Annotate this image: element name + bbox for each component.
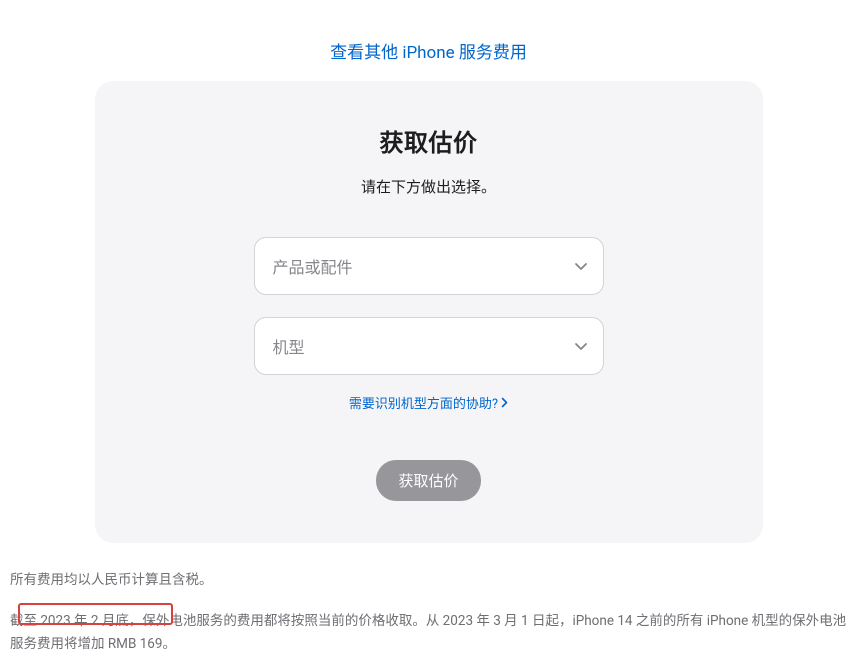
model-select-placeholder: 机型 bbox=[273, 334, 305, 358]
product-select-placeholder: 产品或配件 bbox=[273, 254, 353, 278]
identify-model-help-link[interactable]: 需要识别机型方面的协助? bbox=[349, 393, 508, 412]
card-subtitle: 请在下方做出选择。 bbox=[135, 176, 723, 197]
get-estimate-button[interactable]: 获取估价 bbox=[376, 460, 480, 501]
top-link-container: 查看其他 iPhone 服务费用 bbox=[0, 0, 857, 81]
card-title: 获取估价 bbox=[135, 123, 723, 158]
submit-container: 获取估价 bbox=[135, 460, 723, 501]
product-select-wrapper: 产品或配件 bbox=[254, 237, 604, 295]
other-services-link[interactable]: 查看其他 iPhone 服务费用 bbox=[330, 43, 527, 63]
footnote-price-change: 截至 2023 年 2 月底，保外电池服务的费用都将按照当前的价格收取。从 20… bbox=[10, 610, 847, 656]
help-link-container: 需要识别机型方面的协助? bbox=[135, 393, 723, 412]
product-select[interactable]: 产品或配件 bbox=[254, 237, 604, 295]
estimate-card: 获取估价 请在下方做出选择。 产品或配件 机型 需 bbox=[95, 81, 763, 543]
selects-container: 产品或配件 机型 bbox=[135, 237, 723, 375]
model-select-wrapper: 机型 bbox=[254, 317, 604, 375]
chevron-right-icon bbox=[501, 397, 508, 408]
model-select[interactable]: 机型 bbox=[254, 317, 604, 375]
footnotes: 所有费用均以人民币计算且含税。 截至 2023 年 2 月底，保外电池服务的费用… bbox=[0, 543, 857, 656]
help-link-text: 需要识别机型方面的协助? bbox=[349, 393, 498, 412]
footnote-currency: 所有费用均以人民币计算且含税。 bbox=[10, 569, 847, 592]
